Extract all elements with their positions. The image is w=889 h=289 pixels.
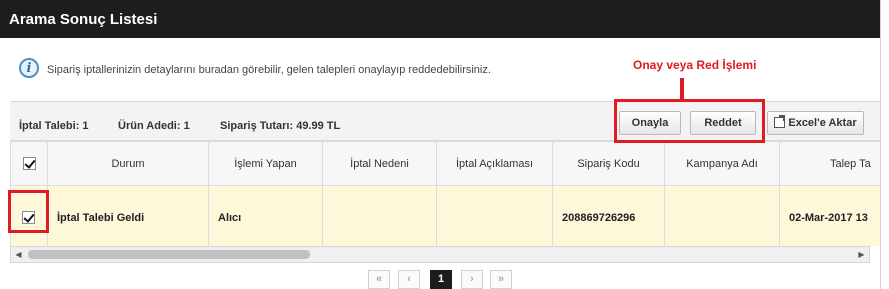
results-toolbar: İptal Talebi: 1 Ürün Adedi: 1 Sipariş Tu…: [10, 101, 880, 141]
column-header[interactable]: İptal Açıklaması: [436, 141, 553, 186]
column-header[interactable]: İptal Nedeni: [322, 141, 437, 186]
cancel-request-count: İptal Talebi: 1: [19, 120, 89, 132]
cancel-reason-cell: [322, 185, 437, 246]
export-excel-label: Excel'e Aktar: [788, 117, 857, 129]
panel-title: Arama Sonuç Listesi: [9, 11, 158, 28]
select-all-header[interactable]: [10, 141, 48, 186]
results-table: Durum İşlemi Yapan İptal Nedeni İptal Aç…: [10, 141, 880, 246]
last-page-button[interactable]: »: [490, 270, 512, 289]
next-page-button[interactable]: ›: [461, 270, 483, 289]
column-header[interactable]: Sipariş Kodu: [552, 141, 665, 186]
scroll-right-icon[interactable]: ▶: [854, 247, 869, 262]
cancel-description-cell: [436, 185, 553, 246]
pagination: « ‹ 1 › »: [0, 270, 880, 289]
table-header-row: Durum İşlemi Yapan İptal Nedeni İptal Aç…: [10, 141, 880, 186]
external-link-icon: [774, 115, 785, 128]
horizontal-scrollbar[interactable]: ◀ ▶: [10, 246, 870, 263]
column-header[interactable]: Talep Ta: [779, 141, 880, 186]
campaign-name-cell: [664, 185, 780, 246]
column-header[interactable]: Kampanya Adı: [664, 141, 780, 186]
scroll-left-icon[interactable]: ◀: [11, 247, 26, 262]
column-header[interactable]: Durum: [47, 141, 209, 186]
product-count: Ürün Adedi: 1: [118, 120, 190, 132]
approve-button[interactable]: Onayla: [619, 111, 681, 135]
column-header[interactable]: İşlemi Yapan: [208, 141, 323, 186]
actor-cell: Alıcı: [208, 185, 323, 246]
info-text: Sipariş iptallerinizin detaylarını burad…: [47, 64, 491, 76]
select-all-checkbox[interactable]: [22, 157, 36, 170]
reject-button[interactable]: Reddet: [690, 111, 756, 135]
row-checkbox[interactable]: [22, 211, 35, 224]
search-results-panel: Arama Sonuç Listesi i Sipariş iptallerin…: [0, 0, 881, 289]
first-page-button[interactable]: «: [368, 270, 390, 289]
status-cell: İptal Talebi Geldi: [47, 185, 209, 246]
scroll-thumb[interactable]: [28, 250, 310, 259]
prev-page-button[interactable]: ‹: [398, 270, 420, 289]
info-icon: i: [19, 58, 39, 78]
request-date-cell: 02-Mar-2017 13: [779, 185, 880, 246]
table-row[interactable]: İptal Talebi Geldi Alıcı 208869726296 02…: [10, 185, 880, 246]
export-excel-button[interactable]: Excel'e Aktar: [767, 111, 864, 135]
results-grid: Durum İşlemi Yapan İptal Nedeni İptal Aç…: [10, 141, 880, 246]
row-select-cell[interactable]: [10, 185, 48, 246]
annotation-label: Onay veya Red İşlemi: [633, 58, 757, 72]
title-bar: Arama Sonuç Listesi: [0, 0, 880, 38]
order-total: Sipariş Tutarı: 49.99 TL: [220, 120, 341, 132]
current-page-button[interactable]: 1: [430, 270, 452, 289]
annotation-arrow: [680, 78, 684, 100]
order-code-cell: 208869726296: [552, 185, 665, 246]
